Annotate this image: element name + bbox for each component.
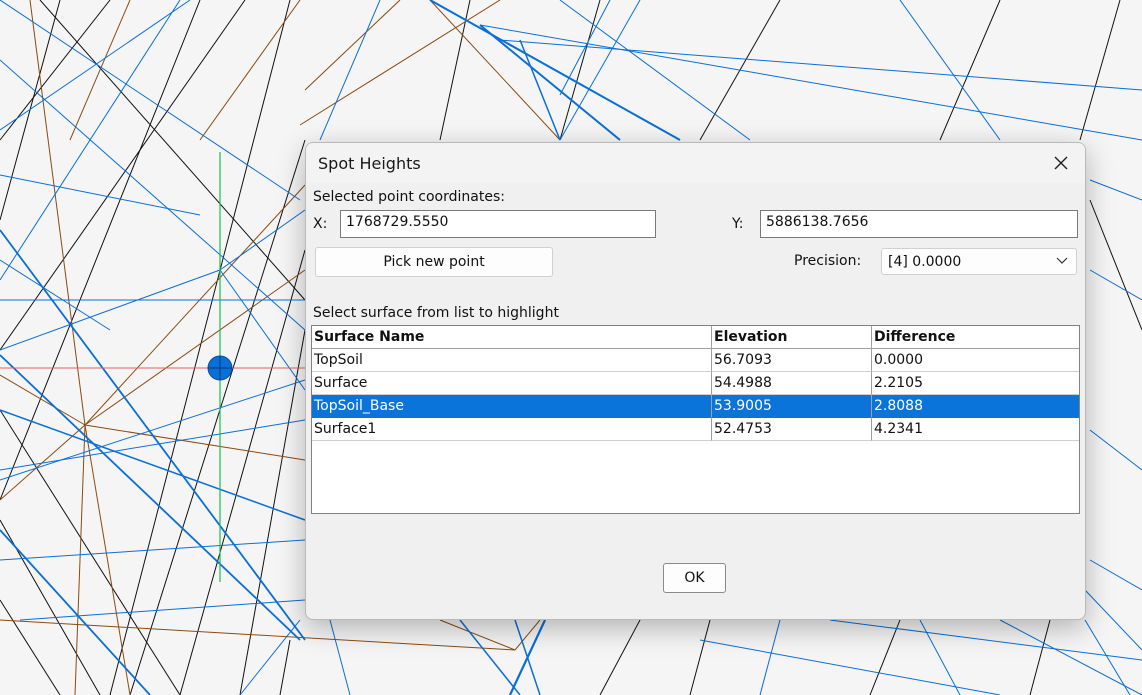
elevation-cell: 52.4753 [712,418,872,441]
title-bar: Spot Heights [306,143,1085,183]
precision-label: Precision: [794,253,862,269]
x-label: X: [313,216,328,232]
column-header-elevation[interactable]: Elevation [712,326,872,349]
table-header: Surface Name Elevation Difference [312,326,1079,349]
surface-name-cell: TopSoil [312,349,712,372]
close-icon [1054,156,1068,170]
elevation-cell: 53.9005 [712,395,872,418]
precision-dropdown[interactable]: [4] 0.0000 [881,248,1077,275]
precision-value: [4] 0.0000 [888,254,962,270]
coordinates-label: Selected point coordinates: [313,189,505,205]
x-coordinate-field[interactable]: 1768729.5550 [340,210,656,238]
elevation-cell: 54.4988 [712,372,872,395]
surface-name-cell: Surface [312,372,712,395]
table-row[interactable]: Surface 54.4988 2.2105 [312,372,1079,395]
selected-point-marker [207,355,233,381]
table-row-selected[interactable]: TopSoil_Base 53.9005 2.8088 [312,395,1079,418]
dialog-title: Spot Heights [318,154,421,173]
surface-table[interactable]: Surface Name Elevation Difference TopSoi… [311,325,1080,514]
surface-name-cell: Surface1 [312,418,712,441]
difference-cell: 4.2341 [872,418,1079,441]
pick-new-point-button[interactable]: Pick new point [315,247,553,277]
table-row[interactable]: Surface1 52.4753 4.2341 [312,418,1079,441]
list-label: Select surface from list to highlight [313,305,559,321]
ok-button[interactable]: OK [663,563,726,593]
table-row[interactable]: TopSoil 56.7093 0.0000 [312,349,1079,372]
difference-cell: 2.2105 [872,372,1079,395]
chevron-down-icon [1056,257,1068,264]
column-header-surface-name[interactable]: Surface Name [312,326,712,349]
surface-name-cell: TopSoil_Base [312,395,712,418]
y-coordinate-field[interactable]: 5886138.7656 [760,210,1078,238]
y-label: Y: [732,216,744,232]
elevation-cell: 56.7093 [712,349,872,372]
close-button[interactable] [1037,143,1085,183]
spot-heights-dialog: Spot Heights Selected point coordinates:… [305,142,1086,620]
difference-cell: 2.8088 [872,395,1079,418]
difference-cell: 0.0000 [872,349,1079,372]
column-header-difference[interactable]: Difference [872,326,1079,349]
